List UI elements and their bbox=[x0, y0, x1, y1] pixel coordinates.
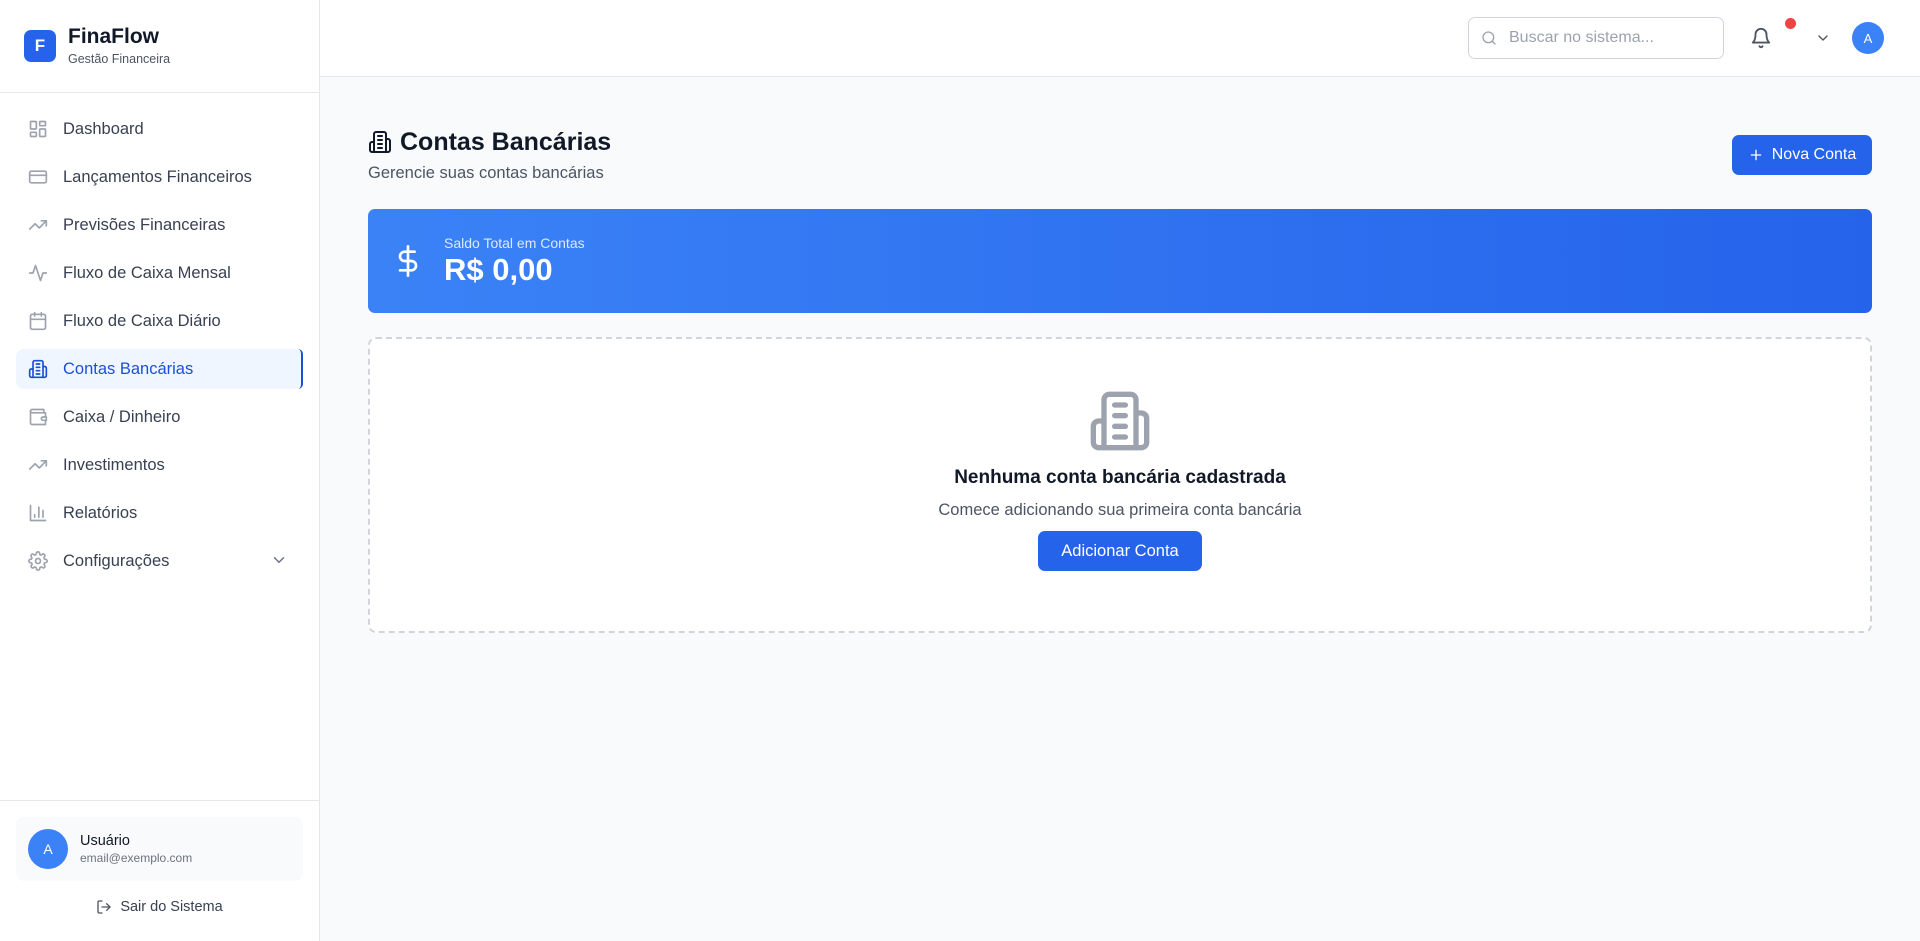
search-input[interactable] bbox=[1509, 29, 1709, 47]
user-email: email@exemplo.com bbox=[80, 851, 193, 865]
bell-icon[interactable] bbox=[1750, 27, 1772, 49]
empty-state-subtitle: Comece adicionando sua primeira conta ba… bbox=[938, 501, 1302, 519]
sidebar-item-contas-bancarias[interactable]: Contas Bancárias bbox=[16, 349, 303, 389]
sidebar-item-label: Investimentos bbox=[63, 455, 165, 474]
page-subtitle: Gerencie suas contas bancárias bbox=[368, 164, 604, 182]
sidebar-item-label: Lançamentos Financeiros bbox=[63, 167, 252, 186]
balance-card: Saldo Total em Contas R$ 0,00 bbox=[368, 209, 1872, 313]
sidebar-item-lancamentos[interactable]: Lançamentos Financeiros bbox=[16, 157, 302, 197]
sidebar-item-relatorios[interactable]: Relatórios bbox=[16, 493, 302, 533]
gear-icon bbox=[28, 551, 48, 571]
search-icon bbox=[1482, 31, 1496, 45]
top-header: A bbox=[320, 0, 1920, 77]
sidebar-nav: Dashboard Lançamentos Financeiros Previs… bbox=[0, 93, 319, 581]
brand-name: FinaFlow bbox=[68, 25, 159, 48]
header-avatar[interactable]: A bbox=[1852, 22, 1884, 54]
sidebar-item-label: Fluxo de Caixa Mensal bbox=[63, 263, 231, 282]
sidebar: F FinaFlow Gestão Financeira Dashboard L… bbox=[0, 0, 320, 941]
empty-state-title: Nenhuma conta bancária cadastrada bbox=[954, 467, 1286, 488]
bar-chart-icon bbox=[29, 504, 47, 522]
logout-label: Sair do Sistema bbox=[120, 899, 223, 915]
balance-label: Saldo Total em Contas bbox=[444, 235, 585, 251]
building-icon bbox=[1090, 391, 1150, 451]
sidebar-item-dashboard[interactable]: Dashboard bbox=[16, 109, 302, 149]
sidebar-item-label: Configurações bbox=[63, 551, 170, 570]
plus-icon bbox=[1750, 149, 1762, 161]
logout-icon bbox=[97, 900, 111, 914]
chevron-down-icon[interactable] bbox=[1815, 30, 1831, 46]
avatar: A bbox=[28, 829, 68, 869]
building-icon bbox=[369, 131, 391, 153]
search-box bbox=[1468, 17, 1724, 59]
credit-card-icon bbox=[28, 170, 48, 184]
add-account-button[interactable]: Adicionar Conta bbox=[1038, 531, 1202, 571]
main-content: Contas Bancárias Gerencie suas contas ba… bbox=[368, 126, 1872, 633]
wallet-icon bbox=[29, 408, 48, 426]
user-card[interactable]: A Usuário email@exemplo.com bbox=[16, 817, 303, 881]
building-icon bbox=[28, 359, 48, 379]
new-account-button[interactable]: Nova Conta bbox=[1732, 135, 1872, 175]
sidebar-item-label: Contas Bancárias bbox=[63, 359, 194, 378]
activity-icon bbox=[28, 264, 48, 282]
sidebar-item-label: Caixa / Dinheiro bbox=[63, 407, 181, 426]
notification-badge bbox=[1785, 18, 1796, 29]
sidebar-item-fluxo-mensal[interactable]: Fluxo de Caixa Mensal bbox=[16, 253, 302, 293]
sidebar-item-label: Previsões Financeiras bbox=[63, 215, 226, 234]
sidebar-item-caixa-dinheiro[interactable]: Caixa / Dinheiro bbox=[16, 397, 302, 437]
empty-state: Nenhuma conta bancária cadastrada Comece… bbox=[368, 337, 1872, 633]
dashboard-icon bbox=[29, 120, 47, 138]
balance-value: R$ 0,00 bbox=[444, 252, 553, 287]
sidebar-item-fluxo-diario[interactable]: Fluxo de Caixa Diário bbox=[16, 301, 302, 341]
logout-button[interactable]: Sair do Sistema bbox=[16, 899, 303, 915]
trending-up-icon bbox=[28, 220, 48, 230]
brand-logo[interactable]: F bbox=[24, 30, 56, 62]
brand: F FinaFlow Gestão Financeira bbox=[0, 0, 319, 93]
page-title: Contas Bancárias bbox=[400, 128, 612, 156]
new-account-label: Nova Conta bbox=[1771, 146, 1857, 163]
sidebar-item-investimentos[interactable]: Investimentos bbox=[16, 445, 302, 485]
page-header: Contas Bancárias Gerencie suas contas ba… bbox=[368, 126, 1872, 186]
sidebar-item-configuracoes[interactable]: Configurações bbox=[16, 541, 302, 581]
sidebar-item-label: Relatórios bbox=[63, 503, 138, 522]
calendar-icon bbox=[29, 311, 47, 331]
sidebar-item-label: Fluxo de Caixa Diário bbox=[63, 311, 221, 330]
sidebar-item-label: Dashboard bbox=[63, 119, 144, 138]
brand-subtitle: Gestão Financeira bbox=[68, 52, 171, 66]
sidebar-item-previsoes[interactable]: Previsões Financeiras bbox=[16, 205, 302, 245]
dollar-icon bbox=[398, 245, 418, 277]
trending-up-icon bbox=[28, 460, 48, 470]
chevron-down-icon[interactable] bbox=[270, 551, 288, 569]
user-name: Usuário bbox=[80, 833, 130, 849]
user-area: A Usuário email@exemplo.com Sair do Sist… bbox=[0, 800, 319, 941]
